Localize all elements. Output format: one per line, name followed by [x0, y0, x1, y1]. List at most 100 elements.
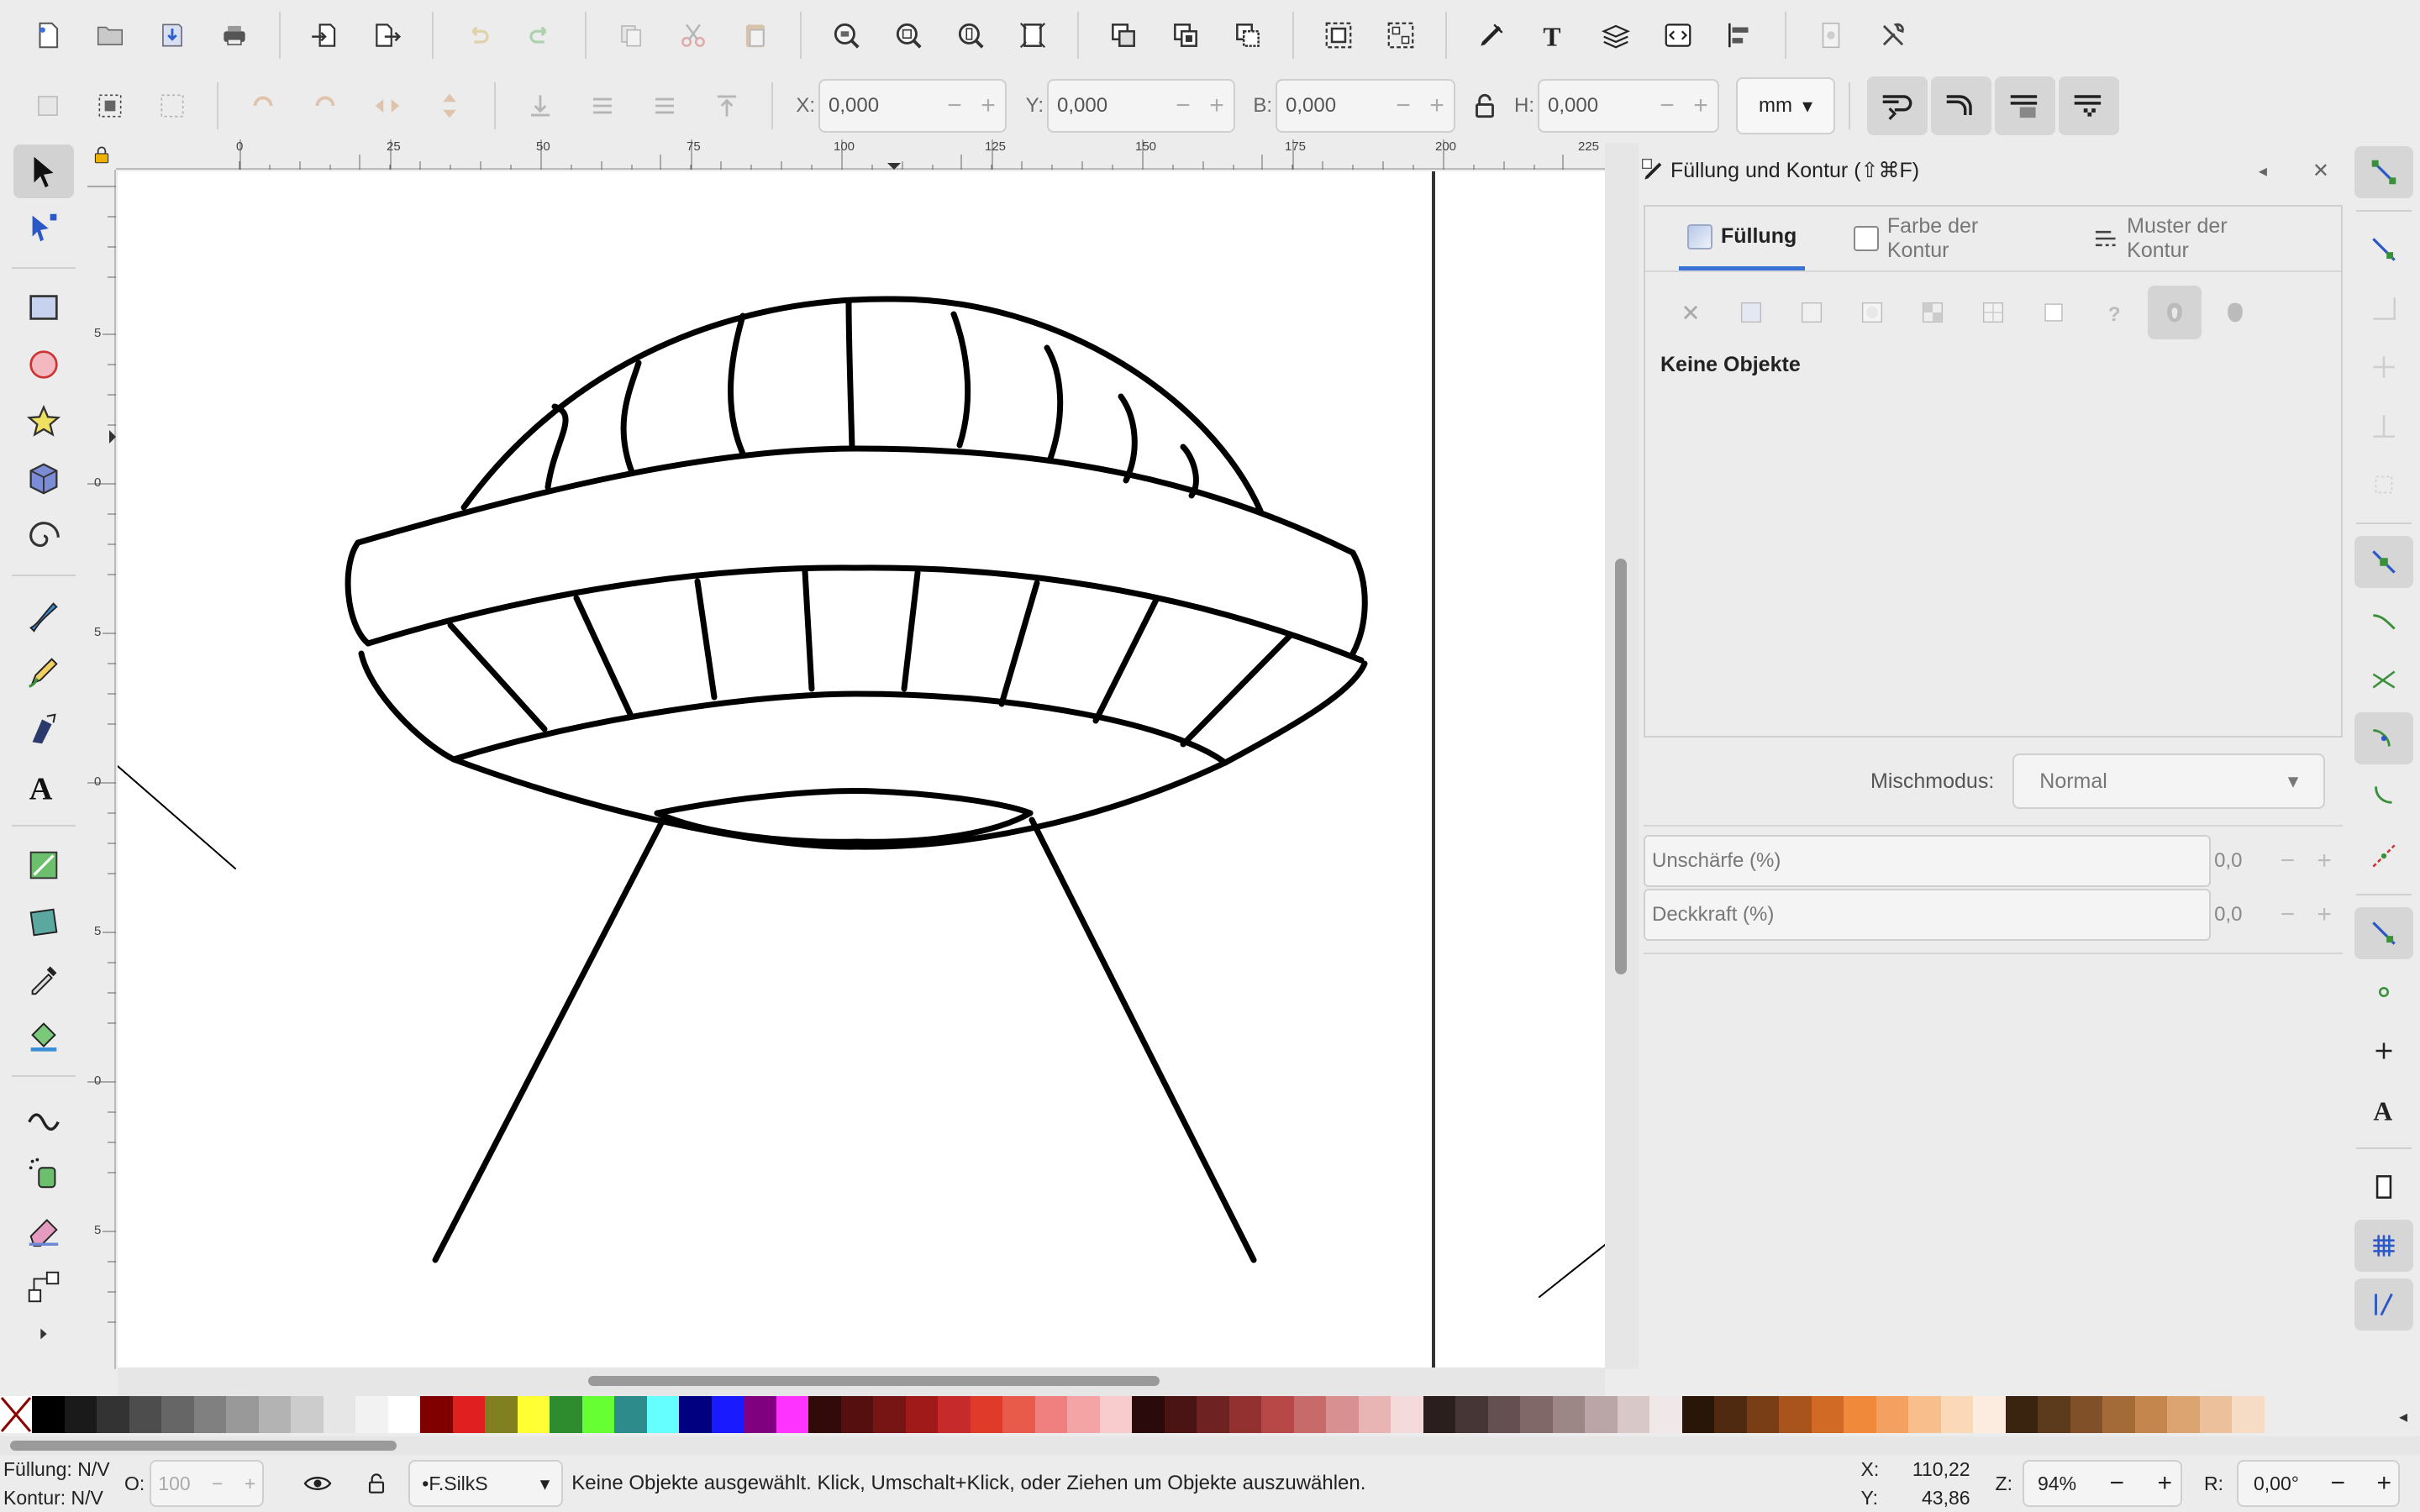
color-swatch[interactable] — [1326, 1396, 1359, 1433]
color-swatch[interactable] — [744, 1396, 776, 1433]
select-all-layers-icon[interactable] — [21, 79, 75, 133]
scale-stroke-button[interactable] — [1867, 76, 1928, 135]
more-tools-icon[interactable] — [13, 1317, 74, 1351]
mesh-tool-icon[interactable] — [13, 895, 74, 949]
undo-icon[interactable] — [451, 8, 505, 62]
color-swatch[interactable] — [970, 1396, 1002, 1433]
new-document-icon[interactable] — [21, 8, 75, 62]
unset-paint-icon[interactable]: ? — [2087, 286, 2141, 339]
rotation-spinbox[interactable]: 0,00° − + — [2237, 1460, 2400, 1507]
raise-icon[interactable] — [638, 79, 692, 133]
snap-cusp-icon[interactable] — [2354, 712, 2413, 764]
color-swatch[interactable] — [1681, 1396, 1714, 1433]
color-swatch[interactable] — [1520, 1396, 1553, 1433]
color-swatch[interactable] — [420, 1396, 453, 1433]
opacity-spinbox[interactable]: 100− + — [150, 1460, 265, 1507]
color-swatch[interactable] — [1423, 1396, 1455, 1433]
zoom-drawing-icon[interactable] — [881, 8, 935, 62]
height-field[interactable]: 0,000 − + — [1538, 79, 1719, 133]
scroll-thumb[interactable] — [1615, 559, 1627, 974]
flip-horizontal-icon[interactable] — [360, 79, 414, 133]
color-swatch[interactable] — [1649, 1396, 1682, 1433]
color-swatch[interactable] — [2005, 1396, 2038, 1433]
color-swatch[interactable] — [2167, 1396, 2200, 1433]
color-swatch[interactable] — [1844, 1396, 1876, 1433]
color-swatch[interactable] — [2038, 1396, 2070, 1433]
horizontal-scrollbar[interactable] — [118, 1368, 1605, 1396]
y-field[interactable]: 0,000 − + — [1047, 79, 1235, 133]
ellipse-tool-icon[interactable] — [13, 338, 74, 391]
color-swatch[interactable] — [1228, 1396, 1261, 1433]
minus-icon[interactable]: − — [2270, 900, 2307, 929]
pattern-icon[interactable] — [1966, 286, 2020, 339]
plus-icon[interactable]: + — [245, 1473, 255, 1495]
preferences-icon[interactable] — [1866, 8, 1920, 62]
zoom-page-width-icon[interactable] — [1006, 8, 1060, 62]
color-swatch[interactable] — [550, 1396, 582, 1433]
unlink-clone-icon[interactable] — [1221, 8, 1275, 62]
color-swatch[interactable] — [614, 1396, 647, 1433]
raise-to-top-icon[interactable] — [700, 79, 754, 133]
paste-icon[interactable] — [729, 8, 782, 62]
opacity-slider[interactable]: Deckkraft (%) — [1644, 889, 2212, 941]
color-swatch[interactable] — [2070, 1396, 2102, 1433]
color-swatch[interactable] — [905, 1396, 938, 1433]
ungroup-icon[interactable] — [1374, 8, 1428, 62]
pencil-tool-icon[interactable] — [13, 645, 74, 699]
rotate-ccw-icon[interactable] — [236, 79, 290, 133]
spiral-tool-icon[interactable] — [13, 509, 74, 563]
unit-select[interactable]: mm ▾ — [1736, 77, 1835, 134]
color-swatch[interactable] — [1067, 1396, 1100, 1433]
color-swatch[interactable] — [517, 1396, 550, 1433]
color-swatch[interactable] — [1002, 1396, 1035, 1433]
snap-enable-icon[interactable] — [2354, 146, 2413, 198]
color-swatch[interactable] — [32, 1396, 65, 1433]
color-swatch[interactable] — [938, 1396, 971, 1433]
flat-color-icon[interactable] — [1724, 286, 1778, 339]
color-swatch[interactable] — [355, 1396, 388, 1433]
plus-icon[interactable]: + — [1420, 92, 1454, 120]
color-swatch[interactable] — [1261, 1396, 1294, 1433]
color-swatch[interactable] — [1940, 1396, 1973, 1433]
paint-bucket-tool-icon[interactable] — [13, 1010, 74, 1063]
copy-icon[interactable] — [604, 8, 658, 62]
scale-corners-button[interactable] — [1931, 76, 1991, 135]
plus-icon[interactable]: + — [2306, 847, 2343, 875]
zoom-selection-icon[interactable] — [819, 8, 873, 62]
plus-icon[interactable]: + — [2376, 1469, 2391, 1498]
width-field[interactable]: 0,000 − + — [1276, 79, 1455, 133]
zoom-page-icon[interactable] — [944, 8, 997, 62]
color-swatch[interactable] — [226, 1396, 259, 1433]
color-swatch[interactable] — [1617, 1396, 1649, 1433]
plus-icon[interactable]: + — [1684, 92, 1718, 120]
blur-slider[interactable]: Unschärfe (%) — [1644, 835, 2212, 887]
layer-select[interactable]: •F.SilkS ▾ — [408, 1460, 564, 1507]
snap-path-icon[interactable] — [2354, 595, 2413, 647]
color-swatch[interactable] — [323, 1396, 355, 1433]
fill-stroke-icon[interactable] — [1465, 8, 1518, 62]
cut-icon[interactable] — [666, 8, 720, 62]
color-swatch[interactable] — [1391, 1396, 1423, 1433]
transform-gradients-button[interactable] — [1995, 76, 2055, 135]
duplicate-icon[interactable] — [1097, 8, 1150, 62]
eraser-tool-icon[interactable] — [13, 1203, 74, 1257]
lower-to-bottom-icon[interactable] — [513, 79, 567, 133]
snap-rotation-center-icon[interactable] — [2354, 1025, 2413, 1077]
layers-icon[interactable] — [1589, 8, 1643, 62]
ufo-drawing[interactable] — [118, 171, 1605, 1368]
color-swatch[interactable] — [2102, 1396, 2135, 1433]
select-all-icon[interactable] — [83, 79, 137, 133]
spray-tool-icon[interactable] — [13, 1146, 74, 1200]
snap-grid-icon[interactable] — [2354, 1220, 2413, 1272]
minus-icon[interactable]: − — [1166, 92, 1200, 120]
color-swatch[interactable] — [193, 1396, 226, 1433]
print-icon[interactable] — [208, 8, 261, 62]
minus-icon[interactable]: − — [1386, 92, 1420, 120]
color-swatch[interactable] — [64, 1396, 97, 1433]
snap-bbox-icon[interactable] — [2354, 223, 2413, 276]
connector-tool-icon[interactable] — [13, 1260, 74, 1314]
deselect-icon[interactable] — [145, 79, 199, 133]
star-tool-icon[interactable] — [13, 395, 74, 449]
xml-editor-icon[interactable] — [1651, 8, 1705, 62]
snap-bbox-midpoint-icon[interactable] — [2354, 400, 2413, 452]
